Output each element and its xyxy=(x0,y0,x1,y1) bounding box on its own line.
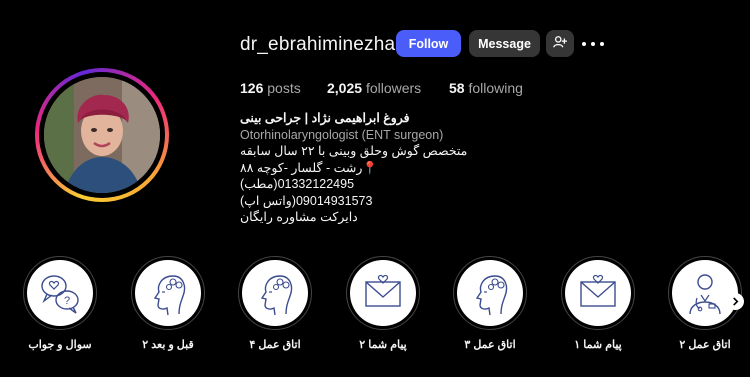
highlight-cover xyxy=(238,256,312,330)
followers-count: 2,025 xyxy=(327,80,363,96)
chevron-right-icon xyxy=(733,297,739,306)
followers-label: followers xyxy=(365,80,422,96)
highlight-label: پیام شما ۱ xyxy=(574,339,622,351)
posts-stat: 126 posts xyxy=(240,80,301,96)
highlight-label: اتاق عمل ۴ xyxy=(249,339,301,351)
following-stat[interactable]: 58 following xyxy=(449,80,523,96)
highlight-label: قبل و بعد ۲ xyxy=(142,339,194,351)
avatar-photo xyxy=(44,77,160,193)
doctor-icon xyxy=(689,274,721,315)
more-options-icon[interactable] xyxy=(582,34,604,54)
envelope-heart-icon xyxy=(580,274,616,307)
face-profile-icon xyxy=(153,275,186,316)
bio-line: متخصص گوش وحلق وبینی با ۲۲ سال سابقه xyxy=(240,144,468,158)
bio-line: 📍رشت - گلسار -کوچه ۸۸ xyxy=(240,160,378,175)
bio-line: 09014931573(واتس اپ) xyxy=(240,193,373,208)
envelope-heart-icon xyxy=(365,274,401,307)
face-profile-icon xyxy=(260,275,293,316)
highlight-cover: ? xyxy=(23,256,97,330)
follow-button[interactable]: Follow xyxy=(396,30,461,57)
highlight-cover xyxy=(453,256,527,330)
highlight-item[interactable]: ? سوال و جواب xyxy=(22,256,98,351)
posts-label: posts xyxy=(267,80,301,96)
highlight-item[interactable]: قبل و بعد ۲ xyxy=(130,256,206,351)
profile-full-name: فروغ ابراهیمی نژاد | جراحی بینی xyxy=(240,111,410,125)
profile-avatar-ring[interactable] xyxy=(35,68,169,202)
highlight-cover xyxy=(131,256,205,330)
person-plus-icon xyxy=(553,36,567,48)
highlight-label: سوال و جواب xyxy=(28,339,92,351)
followers-stat[interactable]: 2,025 followers xyxy=(327,80,421,96)
highlight-item[interactable]: پیام شما ۱ xyxy=(560,256,636,351)
highlights-next-button[interactable] xyxy=(727,293,744,310)
suggest-accounts-button[interactable] xyxy=(546,30,574,57)
highlight-label: اتاق عمل ۲ xyxy=(679,339,731,351)
highlight-item[interactable]: اتاق عمل ۳ xyxy=(452,256,528,351)
following-count: 58 xyxy=(449,80,465,96)
profile-category: Otorhinolaryngologist (ENT surgeon) xyxy=(240,127,444,142)
avatar[interactable] xyxy=(44,77,160,193)
highlight-item[interactable]: اتاق عمل ۴ xyxy=(237,256,313,351)
profile-username: dr_ebrahiminezhad xyxy=(240,34,407,55)
highlight-label: پیام شما ۲ xyxy=(359,339,407,351)
bio-line: 01332122495(مطب) xyxy=(240,177,355,191)
highlight-cover xyxy=(346,256,420,330)
posts-count: 126 xyxy=(240,80,264,96)
bio-line: دایرکت مشاوره رایگان xyxy=(240,210,358,224)
following-label: following xyxy=(468,80,523,96)
highlight-cover xyxy=(561,256,635,330)
chat-bubbles-icon: ? xyxy=(41,275,79,314)
message-button[interactable]: Message xyxy=(469,30,540,57)
svg-text:?: ? xyxy=(64,295,70,307)
profile-bio: فروغ ابراهیمی نژاد | جراحی بینی Otorhino… xyxy=(240,110,500,226)
highlight-item[interactable]: پیام شما ۲ xyxy=(345,256,421,351)
face-profile-icon xyxy=(475,275,508,316)
highlight-label: اتاق عمل ۳ xyxy=(464,339,516,351)
